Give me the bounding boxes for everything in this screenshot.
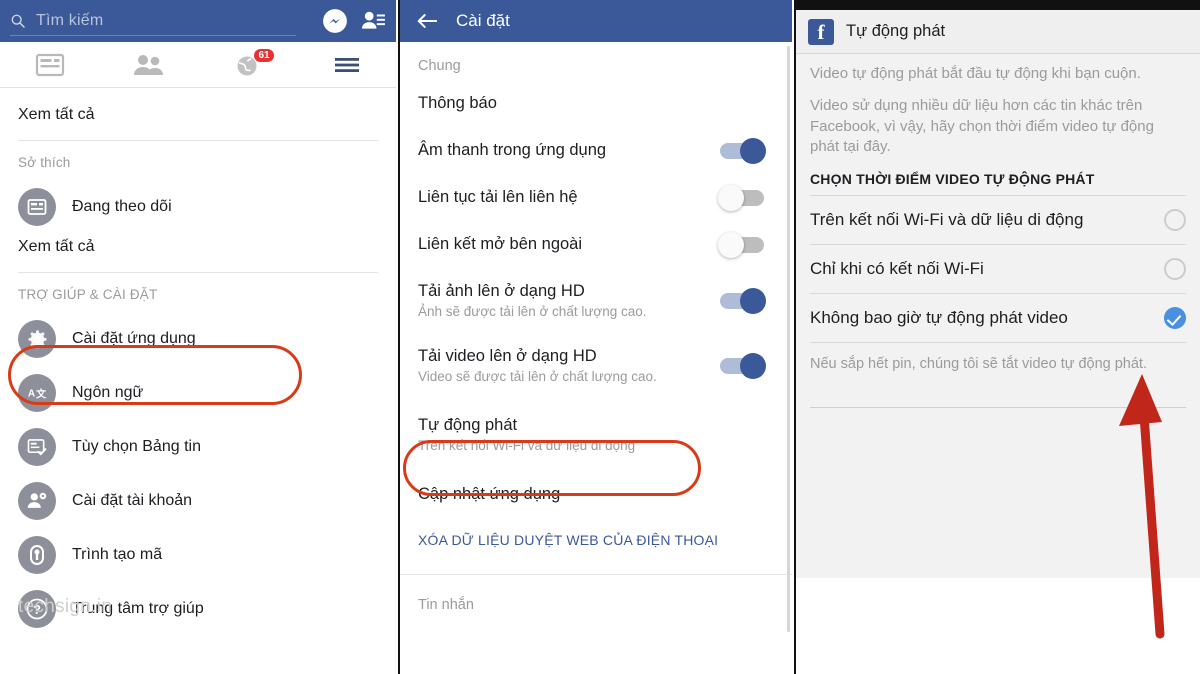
tab-friends[interactable] (99, 42, 198, 87)
row-label: Tải ảnh lên ở dạng HD (418, 282, 585, 300)
search-input[interactable]: Tìm kiếm (10, 6, 296, 36)
row-label: Liên tục tải lên liên hệ (418, 188, 578, 206)
tab-menu[interactable] (297, 42, 396, 87)
toggle-in-app-sound[interactable] (720, 137, 766, 164)
see-all-top[interactable]: Xem tất cả (0, 88, 396, 140)
sidebar-item-following[interactable]: Đang theo dõi (0, 180, 396, 234)
lock-icon (18, 536, 56, 574)
radio-never[interactable] (1164, 307, 1186, 329)
facebook-logo-icon: f (808, 18, 834, 45)
watermark: techsign.in (18, 596, 113, 617)
screenshot-stage: Tìm kiếm 61 Xem tất cả Sở thích Đang the… (0, 0, 1200, 674)
settings-row-in-app-sound[interactable]: Âm thanh trong ứng dụng (400, 127, 792, 174)
row-subtitle: Trên kết nối Wi-Fi và dữ liệu di động (418, 438, 636, 453)
search-icon (11, 14, 25, 28)
facebook-tab-bar: 61 (0, 42, 396, 88)
sidebar-item-label: Cài đặt ứng dụng (72, 330, 196, 347)
autoplay-body: Video tự động phát bắt đầu tự động khi b… (796, 54, 1200, 408)
settings-row-autoplay[interactable]: Tự động phát Trên kết nối Wi-Fi và dữ li… (400, 398, 792, 467)
row-label: Liên kết mở bên ngoài (418, 235, 583, 253)
page-title: Cài đặt (456, 11, 510, 30)
sidebar-item-feed-preferences[interactable]: Tùy chọn Bảng tin (0, 420, 396, 474)
row-label: Tự động phát (418, 416, 518, 434)
row-label: Âm thanh trong ứng dụng (418, 141, 607, 159)
svg-text:A: A (28, 389, 35, 400)
option-label: Không bao giờ tự động phát video (810, 308, 1068, 328)
sidebar-item-code-generator[interactable]: Trình tạo mã (0, 528, 396, 582)
toggle-continuous-contact-upload[interactable] (718, 184, 764, 211)
clear-browsing-data-link[interactable]: XÓA DỮ LIỆU DUYỆT WEB CỦA ĐIỆN THOẠI (400, 518, 792, 564)
option-label: Trên kết nối Wi-Fi và dữ liệu di động (810, 210, 1084, 230)
sidebar-item-account-settings[interactable]: Cài đặt tài khoản (0, 474, 396, 528)
row-label: Cập nhật ứng dụng (418, 485, 561, 503)
settings-row-app-updates[interactable]: Cập nhật ứng dụng (400, 467, 792, 518)
friend-requests-icon[interactable] (360, 8, 386, 34)
news-feed-icon (35, 53, 64, 76)
autoplay-section-heading: CHỌN THỜI ĐIỂM VIDEO TỰ ĐỘNG PHÁT (810, 171, 1095, 187)
settings-top-bar: Cài đặt (400, 0, 792, 42)
sidebar-item-app-settings[interactable]: Cài đặt ứng dụng (0, 312, 396, 366)
autoplay-top-bar: f Tự động phát (796, 10, 1200, 54)
sidebar-item-label: Ngôn ngữ (72, 384, 144, 401)
toggle-hd-video-upload[interactable] (720, 352, 766, 379)
back-arrow-icon[interactable] (416, 11, 438, 31)
row-subtitle: Ảnh sẽ được tải lên ở chất lượng cao. (418, 304, 647, 319)
autoplay-screen: f Tự động phát Video tự động phát bắt đầ… (794, 0, 1200, 674)
section-general: Chung (418, 58, 461, 74)
facebook-top-bar: Tìm kiếm (0, 0, 396, 42)
sidebar-item-label: Trình tạo mã (72, 546, 163, 563)
see-all-bottom[interactable]: Xem tất cả (0, 234, 396, 272)
autoplay-option-wifi-only[interactable]: Chỉ khi có kết nối Wi-Fi (796, 245, 1200, 293)
radio-wifi-only[interactable] (1164, 258, 1186, 280)
autoplay-paragraph-1: Video tự động phát bắt đầu tự động khi b… (810, 65, 1141, 82)
toggle-external-links[interactable] (718, 231, 764, 258)
settings-row-hd-video-upload[interactable]: Tải video lên ở dạng HD Video sẽ được tả… (400, 333, 792, 398)
friends-icon (133, 54, 163, 75)
radio-wifi-and-mobile[interactable] (1164, 209, 1186, 231)
row-label: Thông báo (418, 94, 497, 112)
feed-icon (18, 188, 56, 226)
page-title: Tự động phát (846, 22, 946, 40)
settings-row-notifications[interactable]: Thông báo (400, 80, 792, 127)
notification-badge: 61 (253, 48, 275, 63)
toggle-hd-photo-upload[interactable] (720, 287, 766, 314)
settings-screen: Cài đặt Chung Thông báo Âm thanh trong ứ… (398, 0, 792, 674)
autoplay-option-never[interactable]: Không bao giờ tự động phát video (796, 294, 1200, 342)
section-interests: Sở thích (18, 155, 71, 170)
settings-row-hd-photo-upload[interactable]: Tải ảnh lên ở dạng HD Ảnh sẽ được tải lê… (400, 268, 792, 333)
tab-notifications[interactable]: 61 (198, 42, 297, 87)
svg-text:文: 文 (36, 388, 47, 401)
autoplay-battery-note: Nếu sắp hết pin, chúng tôi sẽ tắt video … (810, 356, 1147, 372)
messenger-icon[interactable] (322, 8, 348, 34)
search-placeholder: Tìm kiếm (36, 11, 104, 29)
sidebar-item-label: Tùy chọn Bảng tin (72, 438, 201, 455)
settings-row-continuous-contact-upload[interactable]: Liên tục tải lên liên hệ (400, 174, 792, 221)
autoplay-option-wifi-and-mobile[interactable]: Trên kết nối Wi-Fi và dữ liệu di động (796, 196, 1200, 244)
row-label: Tải video lên ở dạng HD (418, 347, 597, 365)
feed-preferences-icon (18, 428, 56, 466)
facebook-menu-screen: Tìm kiếm 61 Xem tất cả Sở thích Đang the… (0, 0, 396, 674)
sidebar-item-language[interactable]: A 文 Ngôn ngữ (0, 366, 396, 420)
tab-news-feed[interactable] (0, 42, 99, 87)
divider (810, 406, 1186, 408)
gear-icon (18, 320, 56, 358)
scrollbar[interactable] (787, 46, 790, 632)
section-help-settings: TRỢ GIÚP & CÀI ĐẶT (18, 287, 158, 302)
status-bar (796, 0, 1200, 10)
settings-row-external-links[interactable]: Liên kết mở bên ngoài (400, 221, 792, 268)
facebook-logo-letter: f (817, 20, 825, 44)
account-settings-icon (18, 482, 56, 520)
section-messages: Tin nhắn (418, 597, 474, 613)
translate-icon: A 文 (18, 374, 56, 412)
sidebar-item-label: Đang theo dõi (72, 198, 172, 215)
sidebar-item-label: Cài đặt tài khoản (72, 492, 193, 509)
option-label: Chỉ khi có kết nối Wi-Fi (810, 259, 984, 279)
row-subtitle: Video sẽ được tải lên ở chất lượng cao. (418, 369, 657, 384)
blank-area (796, 578, 1200, 674)
menu-hamburger-icon (334, 57, 359, 72)
autoplay-paragraph-2: Video sử dụng nhiều dữ liệu hơn các tin … (810, 97, 1154, 155)
